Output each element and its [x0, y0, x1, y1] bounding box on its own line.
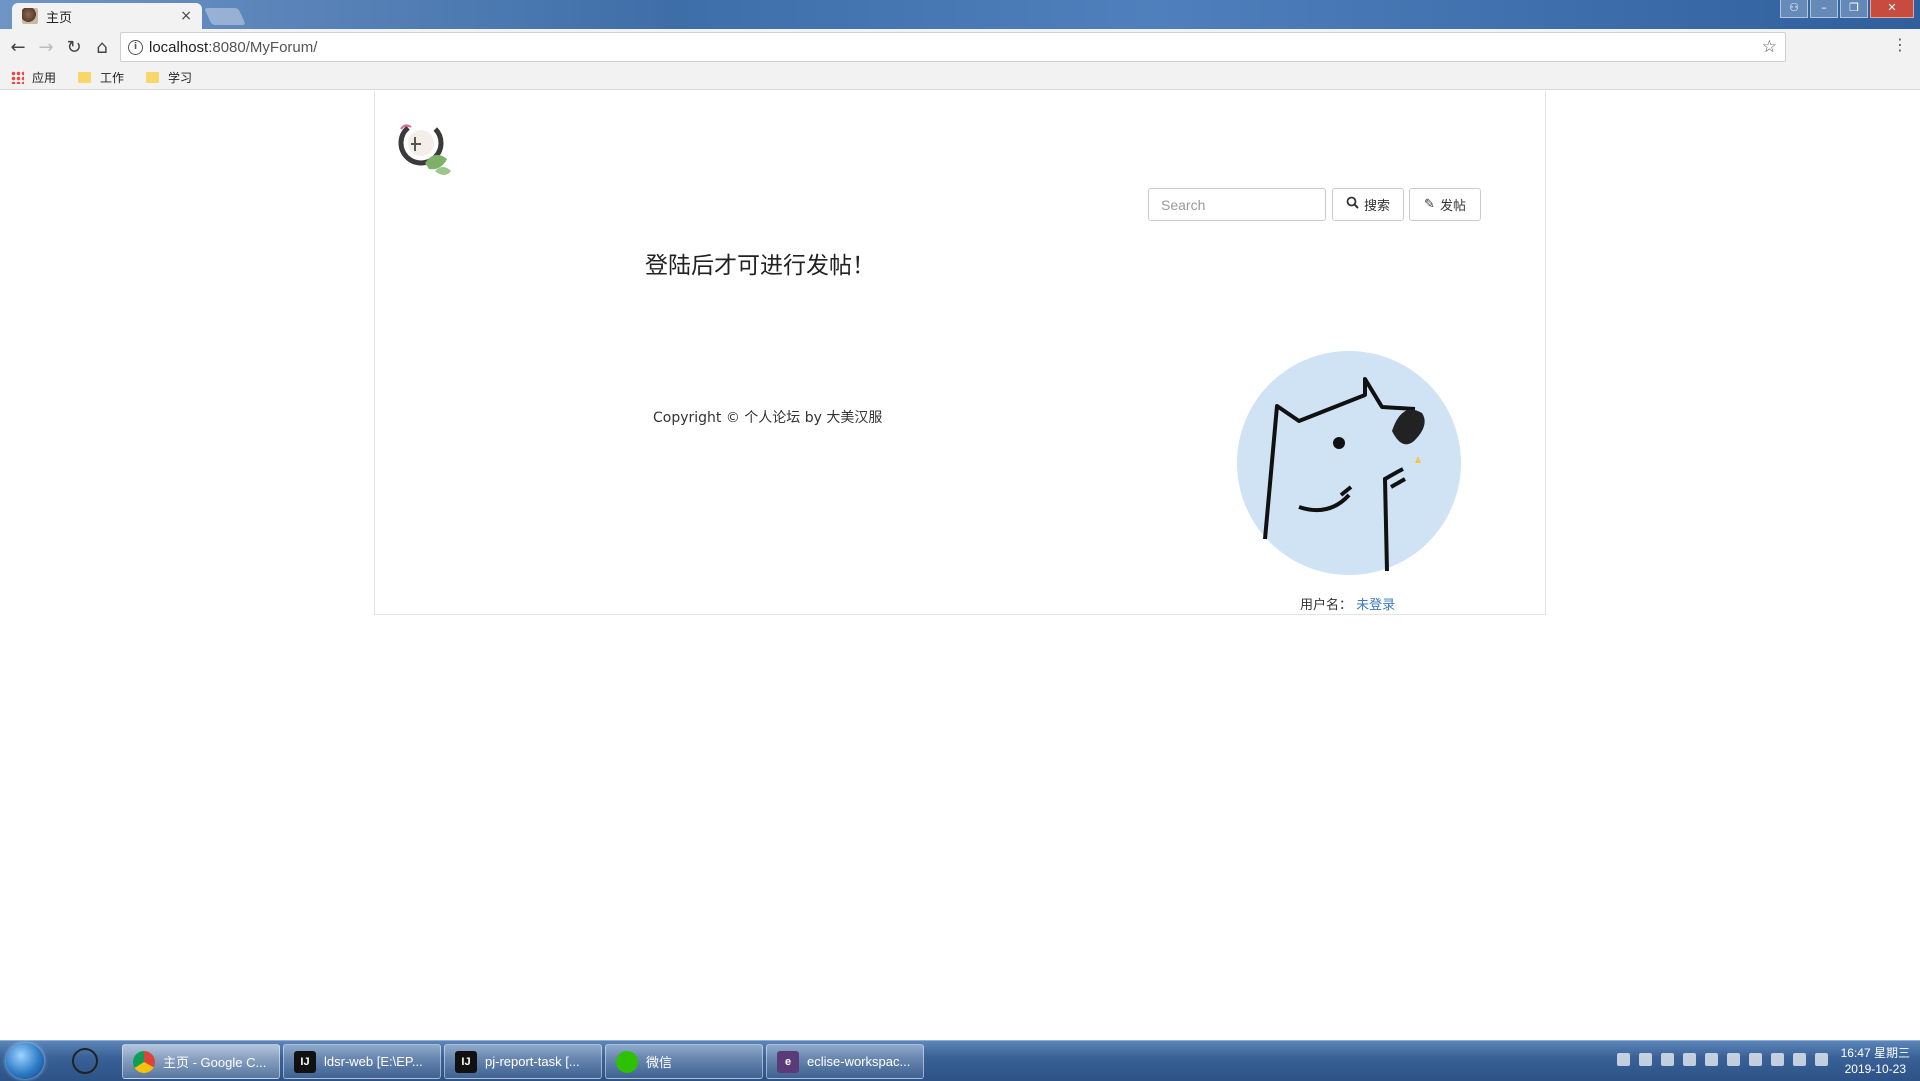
flag-icon[interactable] — [1771, 1053, 1784, 1066]
tab-title: 主页 — [46, 10, 73, 26]
clock-time: 16:47 星期三 — [1840, 1046, 1910, 1060]
task-label: 主页 - Google C... — [163, 1055, 267, 1070]
username-line: 用户名： 未登录 — [1300, 594, 1395, 613]
windows-taskbar: 主页 - Google C... IJ ldsr-web [E:\EP... I… — [0, 1040, 1920, 1081]
new-post-button[interactable]: ✎ 发帖 — [1409, 188, 1481, 221]
login-required-notice: 登陆后才可进行发帖！ — [645, 253, 875, 279]
pencil-icon: ✎ — [1424, 197, 1435, 212]
back-arrow-icon[interactable]: ← — [4, 37, 32, 58]
forward-arrow-icon[interactable]: → — [32, 37, 60, 58]
user-avatar — [1237, 351, 1461, 575]
site-info-icon[interactable]: i — [128, 39, 143, 55]
bookmark-label: 工作 — [100, 70, 125, 85]
bookmark-folder-study[interactable]: 学习 — [142, 69, 192, 86]
bookmark-apps[interactable]: 应用 — [32, 69, 56, 86]
window-controls: ⚇ – ❐ ✕ — [1780, 0, 1914, 18]
site-favicon-icon — [22, 8, 38, 24]
bookmark-star-icon[interactable]: ☆ — [1762, 37, 1777, 57]
system-clock[interactable]: 16:47 星期三 2019-10-23 — [1841, 1045, 1910, 1077]
keyboard-icon[interactable] — [1617, 1053, 1630, 1066]
bookmarks-bar: 应用 工作 学习 — [0, 65, 1920, 90]
apps-grid-icon[interactable] — [11, 70, 24, 84]
bookmark-label: 学习 — [168, 70, 193, 85]
username-label: 用户名： — [1300, 598, 1353, 613]
bookmark-folder-work[interactable]: 工作 — [74, 69, 124, 86]
qq-icon[interactable] — [1727, 1053, 1740, 1066]
search-input[interactable] — [1148, 188, 1326, 221]
url-path: :8080/MyForum/ — [208, 38, 318, 56]
search-button[interactable]: 搜索 — [1332, 188, 1404, 221]
reload-icon[interactable]: ↻ — [60, 37, 88, 58]
browser-tab[interactable]: 主页 × — [12, 3, 202, 29]
browser-toolbar: ← → ↻ ⌂ i localhost:8080/MyForum/ ☆ ⋮ — [0, 29, 1920, 65]
wechat-tray-icon[interactable] — [1661, 1053, 1674, 1066]
url-host: localhost — [149, 38, 209, 56]
task-label: ldsr-web [E:\EP... — [324, 1054, 423, 1069]
task-wechat[interactable]: 微信 — [605, 1044, 763, 1079]
new-post-button-label: 发帖 — [1439, 199, 1466, 214]
new-tab-button[interactable] — [204, 8, 246, 25]
browser-menu-icon[interactable]: ⋮ — [1892, 35, 1908, 54]
address-bar[interactable]: i localhost:8080/MyForum/ ☆ — [120, 32, 1786, 62]
quick-launch-icon[interactable] — [72, 1048, 98, 1074]
forum-logo[interactable] — [395, 119, 453, 181]
intellij-icon: IJ — [455, 1050, 477, 1073]
eclipse-icon: e — [777, 1050, 799, 1073]
login-status-link[interactable]: 未登录 — [1356, 598, 1395, 613]
search-button-label: 搜索 — [1363, 199, 1390, 214]
folder-icon — [146, 71, 160, 83]
wechat-icon — [616, 1050, 638, 1073]
browser-tab-strip: 主页 × ⚇ – ❐ ✕ — [0, 0, 1920, 29]
home-icon[interactable]: ⌂ — [88, 37, 116, 58]
system-tray — [1617, 1053, 1828, 1066]
antivirus-icon[interactable] — [1683, 1053, 1696, 1066]
copyright-text: Copyright © 个人论坛 by 大美汉服 — [653, 410, 883, 426]
task-intellij-ldsr[interactable]: IJ ldsr-web [E:\EP... — [283, 1044, 441, 1079]
clock-date: 2019-10-23 — [1844, 1062, 1906, 1076]
volume-icon[interactable] — [1815, 1053, 1828, 1066]
tray-expand-icon[interactable] — [1639, 1053, 1652, 1066]
forum-page: 搜索 ✎ 发帖 登陆后才可进行发帖！ Copyright © 个人论坛 by 大… — [374, 91, 1546, 615]
cloud-icon[interactable] — [1749, 1053, 1762, 1066]
close-window-icon[interactable]: ✕ — [1870, 0, 1914, 18]
close-tab-icon[interactable]: × — [180, 8, 192, 24]
task-intellij-pj[interactable]: IJ pj-report-task [... — [444, 1044, 602, 1079]
url-text[interactable]: localhost:8080/MyForum/ — [149, 39, 317, 56]
chrome-icon — [133, 1050, 155, 1073]
intellij-icon: IJ — [294, 1050, 316, 1073]
task-label: 微信 — [646, 1055, 673, 1070]
task-label: eclise-workspac... — [807, 1054, 911, 1069]
minimize-icon[interactable]: – — [1810, 0, 1838, 18]
user-profile-icon[interactable]: ⚇ — [1780, 0, 1808, 18]
restore-icon[interactable]: ❐ — [1840, 0, 1868, 18]
bookmark-label: 应用 — [32, 70, 57, 85]
search-icon — [1346, 196, 1359, 213]
task-eclipse[interactable]: e eclise-workspac... — [766, 1044, 924, 1079]
qq-icon[interactable] — [1705, 1053, 1718, 1066]
folder-icon — [78, 71, 92, 83]
task-chrome[interactable]: 主页 - Google C... — [122, 1044, 280, 1079]
task-label: pj-report-task [... — [485, 1054, 580, 1069]
network-icon[interactable] — [1793, 1053, 1806, 1066]
start-button[interactable] — [6, 1043, 44, 1079]
